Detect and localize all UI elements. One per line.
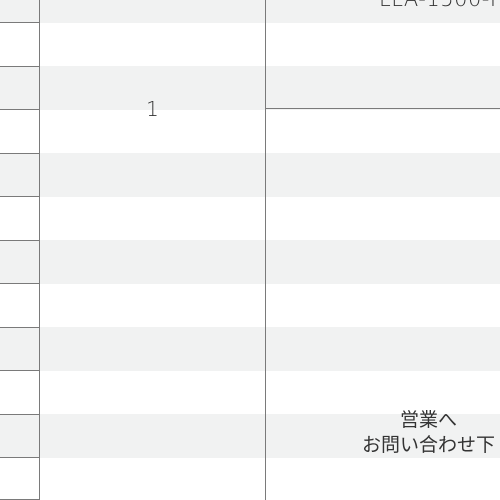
row-border — [0, 327, 40, 328]
row-border — [0, 414, 40, 415]
model-group-border — [265, 108, 500, 109]
contact-sales-note-line2: お問い合わせ下 — [362, 434, 496, 456]
quantity-cell: 1 — [146, 97, 159, 121]
table-row-stripe — [0, 240, 500, 284]
row-border — [0, 283, 40, 284]
row-border — [0, 196, 40, 197]
contact-sales-note-line1: 営業へ — [400, 409, 458, 431]
row-border — [0, 370, 40, 371]
contact-sales-note: 営業へ お問い合わせ下 — [362, 408, 495, 458]
model-number-cell: LLA-1500-F — [379, 0, 500, 12]
row-border — [0, 66, 40, 67]
row-border — [0, 240, 40, 241]
row-border — [0, 153, 40, 154]
table-row-stripe — [0, 153, 500, 197]
row-border — [0, 22, 40, 23]
table-row-stripe — [0, 327, 500, 371]
row-border — [0, 457, 40, 458]
row-border — [0, 109, 40, 110]
column-border-left — [39, 0, 40, 500]
spec-table-page: LLA-1500-F 1 営業へ お問い合わせ下 — [0, 0, 500, 500]
column-border-right — [265, 0, 266, 500]
